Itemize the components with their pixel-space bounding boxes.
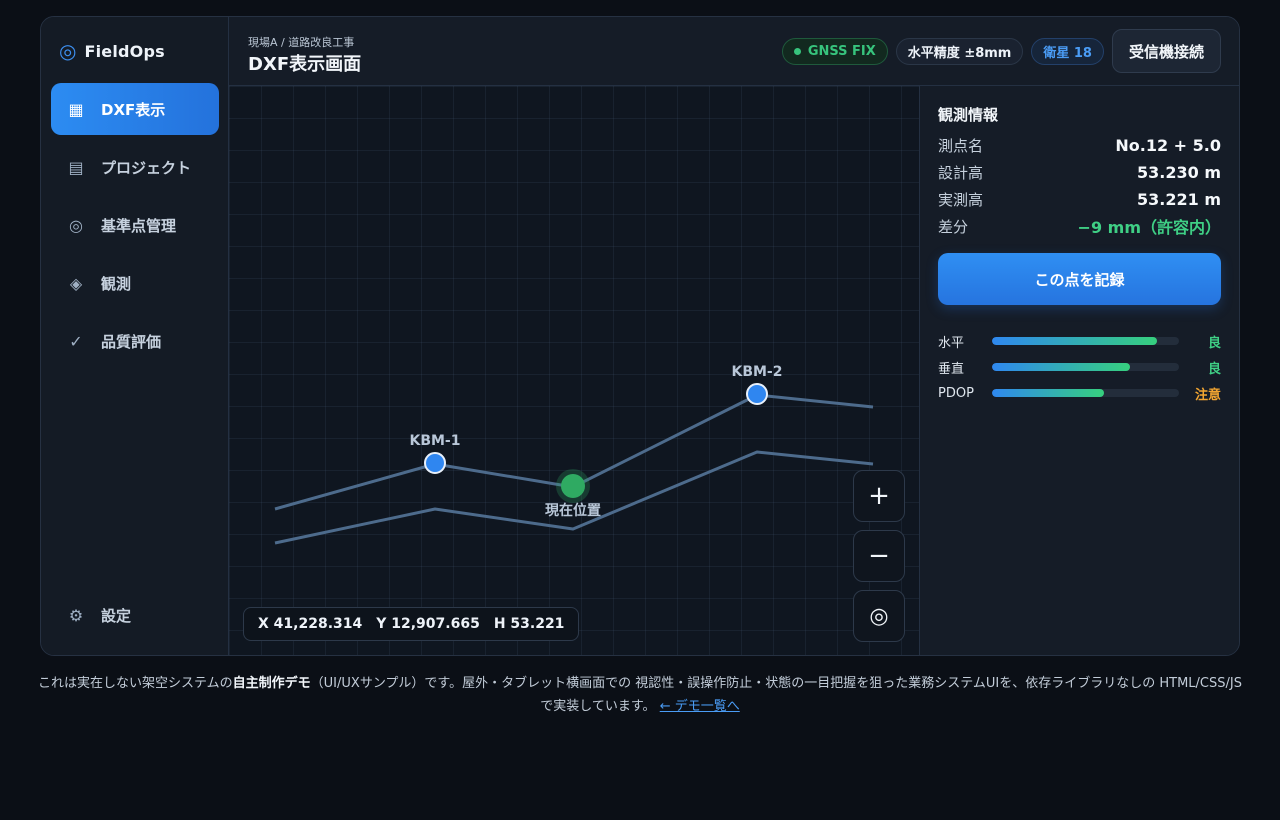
meter-track: [992, 389, 1179, 397]
zoom-in-button[interactable]: +: [853, 470, 905, 522]
footer-note: これは実在しない架空システムの自主制作デモ（UI/UXサンプル）です。屋外・タブ…: [30, 672, 1250, 718]
meter-label: PDOP: [938, 385, 974, 401]
meter-label: 垂直: [938, 361, 965, 377]
list-icon: ▤: [68, 157, 84, 177]
obs-key: 差分: [938, 217, 969, 236]
obs-row-station: 測点名 No.12 + 5.0: [938, 134, 1221, 156]
brand: ◎ FieldOps: [59, 39, 165, 63]
current-position-marker: [561, 474, 585, 498]
status-dot-icon: [793, 47, 801, 55]
page-title: DXF表示画面: [248, 54, 362, 75]
obs-value: No.12 + 5.0: [1115, 135, 1221, 155]
sidebar-item-label: 観測: [101, 274, 132, 293]
diamond-icon: ◈: [69, 273, 83, 293]
breadcrumb: 現場A / 道路改良工事: [248, 36, 355, 49]
dxf-map-view[interactable]: KBM-1 KBM-2 現在位置 + − ◎ X 41,228.314 Y 12…: [229, 86, 919, 655]
sidebar-item-label: 品質評価: [101, 332, 162, 351]
sidebar-item-control-points[interactable]: ◎ 基準点管理: [51, 199, 219, 251]
coord-h: H 53.221: [493, 616, 565, 632]
status-bar: GNSS FIX 水平精度 ±8mm 衛星 18 受信機接続: [781, 29, 1221, 73]
meter-fill: [992, 337, 1157, 345]
obs-row-design-height: 設計高 53.230 m: [938, 161, 1221, 183]
control-point-marker[interactable]: [746, 383, 768, 405]
control-point-marker[interactable]: [424, 452, 446, 474]
coord-x: X 41,228.314: [258, 616, 363, 632]
footer-text: これは実在しない架空システムの: [38, 676, 233, 691]
satellite-badge: 衛星 18: [1031, 37, 1104, 65]
sidebar-nav: ▦ DXF表示 ▤ プロジェクト ◎ 基準点管理 ◈ 観測 ✓ 品質評価: [51, 83, 219, 373]
obs-value: 53.221 m: [1137, 189, 1221, 209]
sidebar-item-quality[interactable]: ✓ 品質評価: [51, 315, 219, 367]
control-point-label: KBM-1: [409, 433, 460, 449]
meter-label: 水平: [938, 335, 965, 351]
obs-row-difference: 差分 −9 mm（許容内）: [938, 215, 1221, 238]
dxf-drawing: KBM-1 KBM-2 現在位置: [274, 364, 874, 545]
sidebar-item-label: プロジェクト: [101, 158, 192, 177]
app-window: ◎ FieldOps ▦ DXF表示 ▤ プロジェクト ◎ 基準点管理 ◈ 観測…: [40, 16, 1240, 656]
gear-icon: ⚙: [68, 605, 84, 625]
connect-receiver-button[interactable]: 受信機接続: [1111, 29, 1221, 73]
locate-icon[interactable]: ◎: [853, 590, 905, 642]
obs-value: 53.230 m: [1137, 162, 1221, 182]
control-point-label: KBM-2: [731, 364, 782, 380]
sidebar-item-settings[interactable]: ⚙ 設定: [51, 589, 219, 641]
current-position-label: 現在位置: [545, 502, 601, 519]
header: 現場A / 道路改良工事 DXF表示画面 GNSS FIX 水平精度 ±8mm …: [229, 17, 1239, 86]
obs-value-difference: −9 mm（許容内）: [1077, 218, 1221, 237]
obs-row-measured-height: 実測高 53.221 m: [938, 188, 1221, 210]
sidebar: ◎ FieldOps ▦ DXF表示 ▤ プロジェクト ◎ 基準点管理 ◈ 観測…: [41, 17, 229, 655]
sidebar-item-project[interactable]: ▤ プロジェクト: [51, 141, 219, 193]
brand-name: FieldOps: [84, 41, 165, 61]
footer-text: （UI/UXサンプル）です。屋外・タブレット横画面での 視認性・誤操作防止・状態…: [310, 676, 1242, 714]
meter-track: [992, 363, 1179, 371]
check-icon: ✓: [69, 331, 83, 351]
sidebar-item-dxf[interactable]: ▦ DXF表示: [51, 83, 219, 135]
demo-list-link[interactable]: ← デモ一覧へ: [660, 699, 740, 714]
sidebar-item-label: DXF表示: [101, 100, 166, 119]
target-icon: ◎: [59, 39, 77, 63]
coord-y: Y 12,907.665: [376, 616, 480, 632]
meter-fill: [992, 363, 1131, 371]
target-icon: ◎: [69, 215, 83, 235]
quality-meter-pdop: PDOP 注意: [938, 384, 1221, 403]
obs-key: 測点名: [938, 136, 984, 155]
sidebar-item-observation[interactable]: ◈ 観測: [51, 257, 219, 309]
meter-track: [992, 337, 1179, 345]
observation-panel: 観測情報 測点名 No.12 + 5.0 設計高 53.230 m 実測高 53…: [919, 86, 1239, 655]
gnss-status-label: GNSS FIX: [807, 43, 876, 59]
meter-status: 注意: [1194, 387, 1221, 403]
quality-meter-vertical: 垂直 良: [938, 358, 1221, 377]
coordinate-readout: X 41,228.314 Y 12,907.665 H 53.221: [243, 607, 580, 641]
gnss-status-badge: GNSS FIX: [781, 37, 888, 65]
meter-fill: [992, 389, 1105, 397]
obs-key: 実測高: [938, 190, 984, 209]
record-point-button[interactable]: この点を記録: [938, 253, 1221, 305]
obs-key: 設計高: [938, 163, 984, 182]
sidebar-item-label: 基準点管理: [101, 216, 177, 235]
zoom-out-button[interactable]: −: [853, 530, 905, 582]
sidebar-item-label: 設定: [101, 606, 132, 625]
footer-emphasis: 自主制作デモ: [232, 676, 311, 691]
grid-icon: ▦: [68, 99, 84, 119]
meter-status: 良: [1207, 361, 1221, 377]
quality-meter-horizontal: 水平 良: [938, 332, 1221, 351]
meter-status: 良: [1207, 335, 1221, 351]
accuracy-badge: 水平精度 ±8mm: [895, 37, 1024, 65]
panel-title: 観測情報: [938, 106, 999, 124]
